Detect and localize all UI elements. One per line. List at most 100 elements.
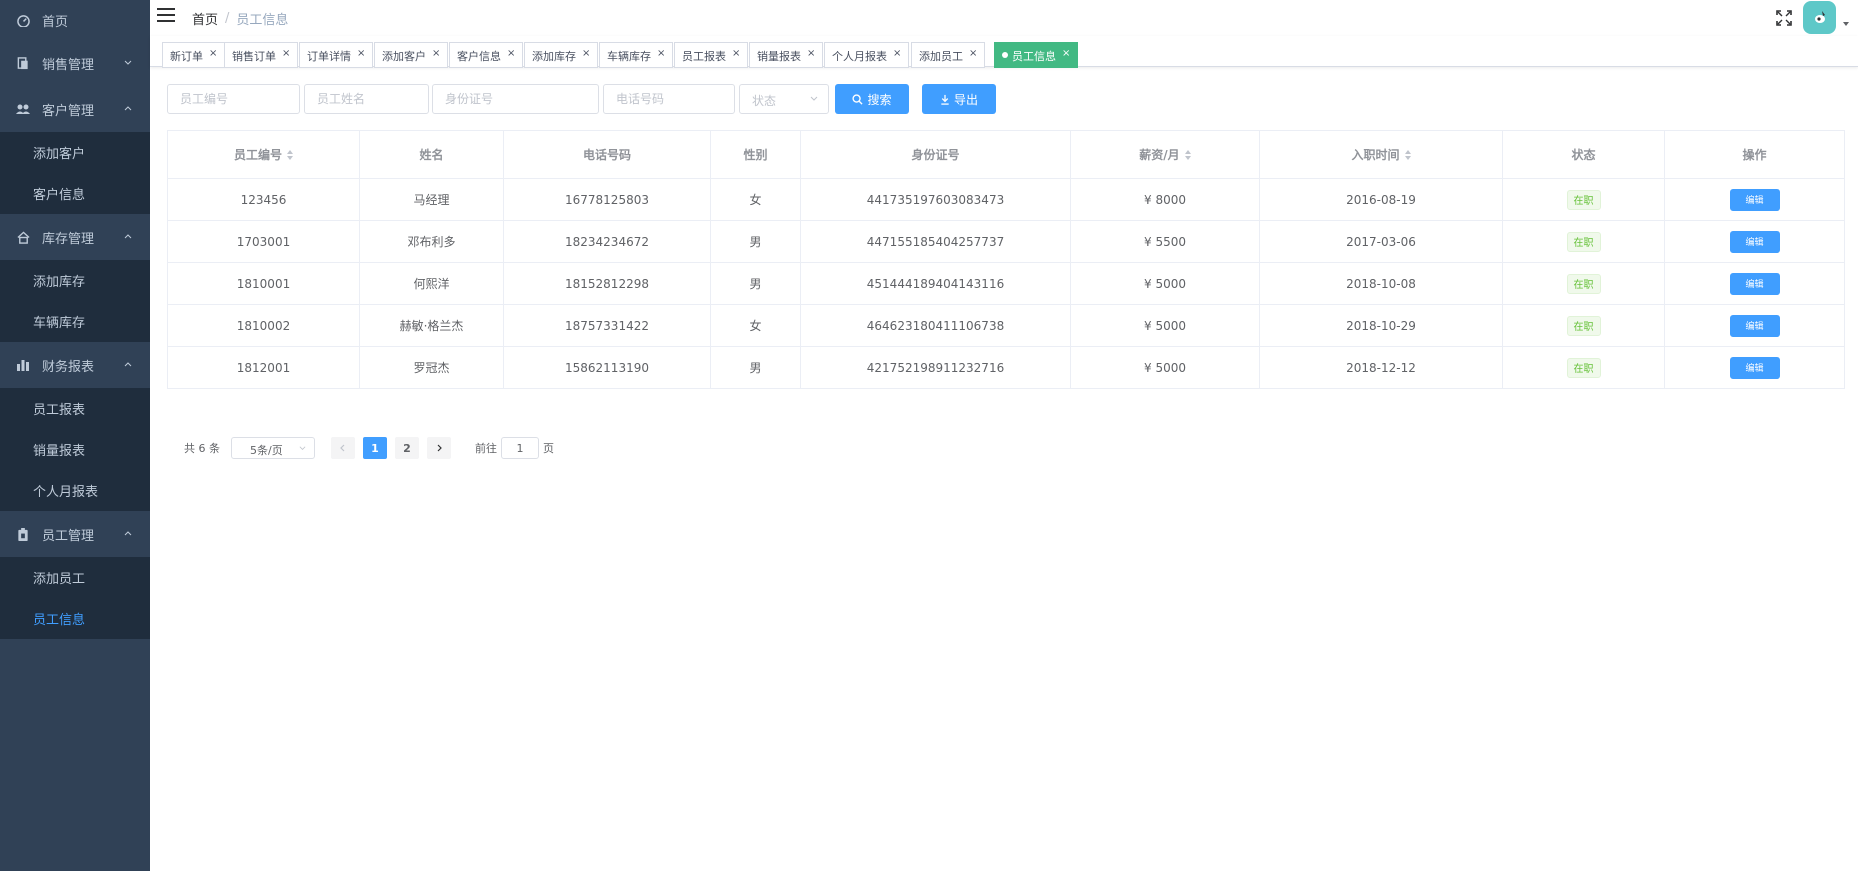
tag-monthly-report[interactable]: 个人月报表 × bbox=[824, 42, 910, 68]
fullscreen-icon[interactable] bbox=[1776, 10, 1792, 26]
sidebar-item-sales-report[interactable]: 销量报表 bbox=[0, 429, 150, 470]
employee-id-input[interactable] bbox=[167, 84, 300, 114]
tag-new-order[interactable]: 新订单 × bbox=[162, 42, 226, 68]
page-size-select[interactable]: 5条/页 bbox=[231, 437, 315, 459]
sidebar-item-customers[interactable]: 客户管理 bbox=[0, 86, 150, 132]
table-row: 123456 马经理 16778125803 女 441735197603083… bbox=[168, 179, 1844, 221]
sidebar-item-add-customer[interactable]: 添加客户 bbox=[0, 132, 150, 173]
tag-add-inventory[interactable]: 添加库存 × bbox=[524, 42, 599, 68]
chevron-right-icon bbox=[437, 444, 442, 452]
edit-button[interactable]: 编辑 bbox=[1729, 356, 1780, 379]
close-icon[interactable]: × bbox=[432, 48, 440, 59]
chevron-left-icon bbox=[340, 444, 345, 452]
table-header-row: 员工编号 姓名 电话号码 性别 身份证号 薪资/月 入职时间 状态 操作 bbox=[168, 131, 1844, 179]
sidebar-item-employees[interactable]: 员工管理 bbox=[0, 511, 150, 557]
peoples-icon bbox=[16, 102, 30, 116]
cell-salary: ¥ 5000 bbox=[1071, 305, 1260, 346]
breadcrumb-home[interactable]: 首页 bbox=[192, 9, 218, 28]
close-icon[interactable]: × bbox=[582, 48, 590, 59]
close-icon[interactable]: × bbox=[1062, 48, 1070, 59]
edit-button[interactable]: 编辑 bbox=[1729, 314, 1780, 337]
sidebar-item-sales[interactable]: 销售管理 bbox=[0, 40, 150, 86]
prev-page-button[interactable] bbox=[331, 437, 355, 459]
sidebar-item-home[interactable]: 首页 bbox=[0, 0, 150, 40]
cell-status: 在职 bbox=[1503, 263, 1665, 304]
close-icon[interactable]: × bbox=[657, 48, 665, 59]
tag-sales-report[interactable]: 销量报表 × bbox=[749, 42, 824, 68]
close-icon[interactable]: × bbox=[732, 48, 740, 59]
cell-status: 在职 bbox=[1503, 221, 1665, 262]
close-icon[interactable]: × bbox=[282, 48, 290, 59]
phone-input[interactable] bbox=[603, 84, 735, 114]
cell-employee-id: 123456 bbox=[168, 179, 360, 220]
sort-icon[interactable] bbox=[1404, 149, 1411, 160]
edit-button[interactable]: 编辑 bbox=[1729, 272, 1780, 295]
hamburger-icon[interactable] bbox=[157, 8, 175, 24]
tag-order-detail[interactable]: 订单详情 × bbox=[299, 42, 374, 68]
tag-add-employee[interactable]: 添加员工 × bbox=[911, 42, 986, 68]
column-header-label: 身份证号 bbox=[911, 148, 960, 162]
close-icon[interactable]: × bbox=[807, 48, 815, 59]
sidebar-item-add-employee[interactable]: 添加员工 bbox=[0, 557, 150, 598]
goto-page-input[interactable] bbox=[501, 437, 539, 459]
sidebar-item-add-inventory[interactable]: 添加库存 bbox=[0, 260, 150, 301]
close-icon[interactable]: × bbox=[969, 48, 977, 59]
close-icon[interactable]: × bbox=[209, 48, 217, 59]
edit-button[interactable]: 编辑 bbox=[1729, 230, 1780, 253]
cell-id-card: 441735197603083473 bbox=[801, 179, 1071, 220]
caret-down-icon[interactable] bbox=[1843, 22, 1849, 26]
chevron-up-icon bbox=[124, 362, 132, 367]
cell-hire-date: 2016-08-19 bbox=[1260, 179, 1503, 220]
column-header-label: 姓名 bbox=[419, 148, 444, 162]
sidebar-item-inventory[interactable]: 库存管理 bbox=[0, 214, 150, 260]
sidebar-item-customer-info[interactable]: 客户信息 bbox=[0, 173, 150, 214]
next-page-button[interactable] bbox=[427, 437, 451, 459]
column-header[interactable]: 薪资/月 bbox=[1071, 131, 1260, 178]
sidebar-item-vehicle-inventory[interactable]: 车辆库存 bbox=[0, 301, 150, 342]
close-icon[interactable]: × bbox=[357, 48, 365, 59]
cell-phone: 18757331422 bbox=[504, 305, 711, 346]
page-number-button[interactable]: 2 bbox=[395, 437, 419, 459]
cell-id-card: 464623180411106738 bbox=[801, 305, 1071, 346]
cell-phone: 18152812298 bbox=[504, 263, 711, 304]
sidebar-item-finance[interactable]: 财务报表 bbox=[0, 342, 150, 388]
sort-icon[interactable] bbox=[1184, 149, 1191, 160]
column-header: 身份证号 bbox=[801, 131, 1071, 178]
column-header-label: 状态 bbox=[1571, 148, 1596, 162]
sidebar-item-label: 库存管理 bbox=[42, 231, 95, 247]
tag-customer-info[interactable]: 客户信息 × bbox=[449, 42, 524, 68]
close-icon[interactable]: × bbox=[507, 48, 515, 59]
avatar[interactable] bbox=[1803, 1, 1836, 34]
page-number-button[interactable]: 1 bbox=[363, 437, 387, 459]
cell-id-card: 451444189404143116 bbox=[801, 263, 1071, 304]
tag-label: 销售订单 bbox=[232, 50, 276, 63]
tag-employee-info[interactable]: 员工信息 × bbox=[994, 42, 1079, 68]
close-icon[interactable]: × bbox=[893, 48, 901, 59]
employee-name-input[interactable] bbox=[304, 84, 429, 114]
sort-icon[interactable] bbox=[287, 149, 293, 160]
breadcrumb-separator: / bbox=[225, 11, 230, 26]
breadcrumb: 首页 / 员工信息 bbox=[192, 9, 288, 28]
column-header[interactable]: 入职时间 bbox=[1260, 131, 1503, 178]
cell-employee-id: 1810002 bbox=[168, 305, 360, 346]
tag-sales-order[interactable]: 销售订单 × bbox=[224, 42, 299, 68]
sidebar-item-employee-report[interactable]: 员工报表 bbox=[0, 388, 150, 429]
column-header[interactable]: 员工编号 bbox=[168, 131, 360, 178]
search-button[interactable]: 搜索 bbox=[835, 84, 909, 114]
cell-gender: 女 bbox=[711, 305, 801, 346]
tag-add-customer[interactable]: 添加客户 × bbox=[374, 42, 449, 68]
pagination-total: 共 6 条 bbox=[184, 442, 220, 455]
cell-salary: ¥ 5000 bbox=[1071, 347, 1260, 388]
download-icon bbox=[940, 94, 950, 105]
sidebar-item-monthly-report[interactable]: 个人月报表 bbox=[0, 470, 150, 511]
tag-employee-report[interactable]: 员工报表 × bbox=[674, 42, 749, 68]
cell-name: 何熙洋 bbox=[360, 263, 504, 304]
status-badge: 在职 bbox=[1566, 357, 1601, 378]
edit-button[interactable]: 编辑 bbox=[1729, 188, 1780, 211]
export-button[interactable]: 导出 bbox=[922, 84, 996, 114]
sidebar-item-employee-info[interactable]: 员工信息 bbox=[0, 598, 150, 639]
status-select[interactable]: 状态 bbox=[739, 84, 829, 114]
tag-vehicle-inventory[interactable]: 车辆库存 × bbox=[599, 42, 674, 68]
id-card-input[interactable] bbox=[432, 84, 599, 114]
tag-label: 客户信息 bbox=[457, 50, 501, 63]
